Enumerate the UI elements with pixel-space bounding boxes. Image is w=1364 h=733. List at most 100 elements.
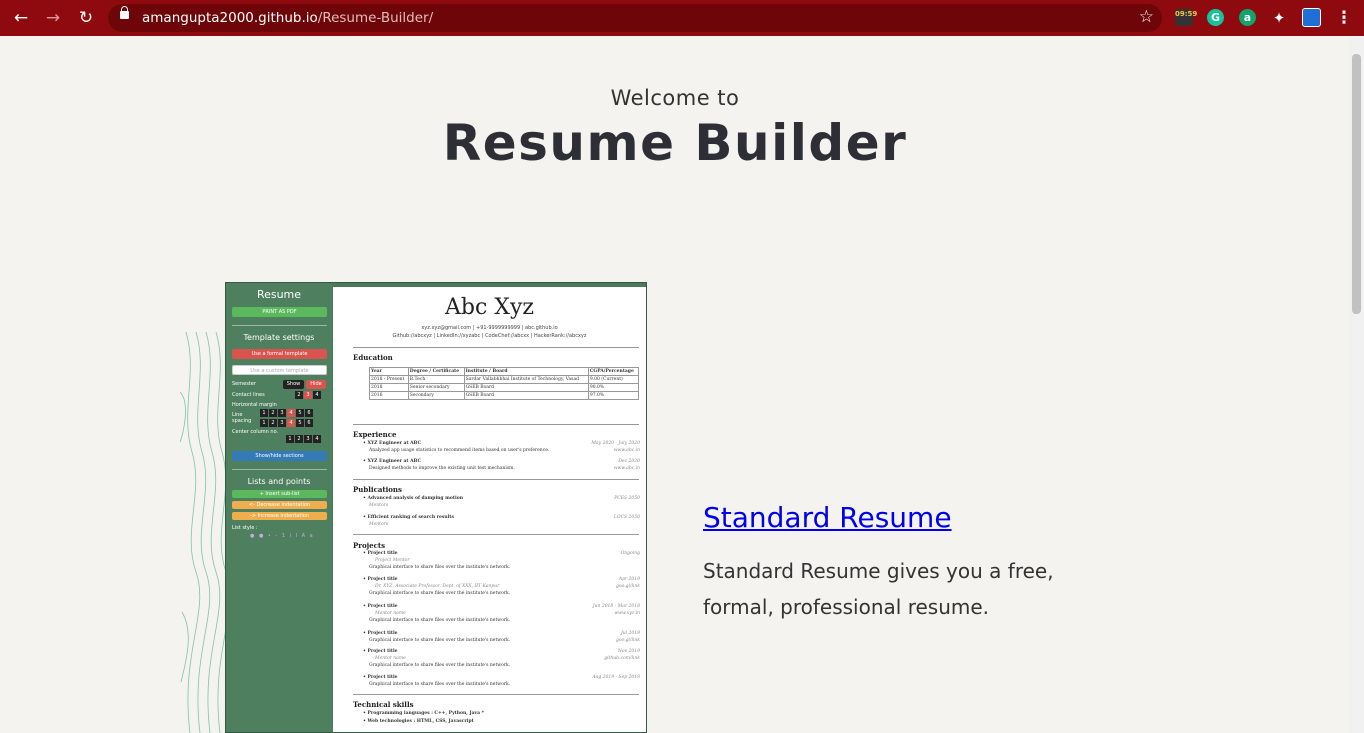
section-rule: [353, 694, 639, 695]
table-row: 2018 - Present B.Tech Sardar Vallabhbhai I…: [369, 375, 640, 384]
exp-item-date: Dec 2020: [618, 459, 640, 464]
sidebar-title: Resume: [256, 288, 302, 301]
back-icon[interactable]: ←: [10, 7, 32, 29]
section-projects: Projects: [353, 541, 386, 550]
line-spacing-label: Line spacing: [232, 412, 252, 424]
list-style-label: List style :: [232, 525, 258, 531]
project-item-date: Aug 2019 - Sep 2019: [592, 675, 640, 680]
insert-sublist-button: + Insert sub-list: [232, 490, 327, 498]
exp-item-text: Analyzed app usage statistics to recomme…: [369, 448, 550, 453]
project-item-date: Jun 2018 - Mar 2018: [592, 604, 640, 609]
address-bar[interactable]: amangupta2000.github.io/Resume-Builder/ …: [108, 4, 1162, 32]
project-item-text: Graphical interface to share files over …: [369, 591, 511, 596]
project-item-mentor: Mentor name: [375, 611, 406, 616]
section-publications: Publications: [353, 485, 402, 494]
topo-background-art: [179, 332, 228, 733]
lock-icon: [120, 6, 129, 19]
page-title: Resume Builder: [442, 114, 908, 172]
skill-item: • Web technologies : HTML, CSS, Javascri…: [363, 719, 474, 724]
exp-item-date: May 2020 - July 2020: [591, 441, 640, 446]
project-item-title: • Project title: [363, 675, 398, 680]
puzzle-extensions-icon[interactable]: ✦: [1268, 7, 1290, 29]
extension-a-icon[interactable]: a: [1239, 9, 1256, 26]
exp-item-title: • XYZ Engineer at ABC: [363, 441, 422, 446]
spacing-options: 123456: [260, 419, 313, 427]
project-item-date: Apr 2019: [618, 577, 640, 582]
semester-label: Semester: [232, 381, 256, 387]
scrollbar-thumb[interactable]: [1352, 54, 1361, 314]
education-table: Year Degree / Certificate Institute / Boar…: [369, 367, 640, 400]
pub-item-mentors: Mentors: [369, 522, 389, 527]
sidebar-divider: [232, 469, 327, 470]
center-column-label: Center column no.: [232, 429, 279, 435]
pub-item-date: LOCS 2050: [613, 515, 640, 520]
project-item-link: github.com/link: [604, 656, 640, 661]
lists-points-heading: Lists and points: [247, 477, 311, 486]
pub-item-title: • Efficient ranking of search results: [363, 515, 455, 520]
section-rule: [353, 347, 639, 348]
pub-item-mentors: Mentors: [369, 503, 389, 508]
table-row: 2016 Secondary GSEB Board 97.0%: [369, 391, 640, 400]
resume-name: Abc Xyz: [445, 295, 534, 320]
reload-icon[interactable]: ↻: [75, 7, 97, 29]
project-item-date: Nov 2019: [617, 649, 640, 654]
exp-item-url: www.abc.in: [613, 448, 640, 453]
project-item-title: • Project title: [363, 631, 398, 636]
project-item-title: • Project title: [363, 649, 398, 654]
timer-extension-icon[interactable]: 09:59: [1175, 9, 1197, 26]
decrease-indent-button: <- Decrease indentation: [232, 501, 327, 509]
project-item-link: www.xyz.in: [614, 611, 640, 616]
template-settings-heading: Template settings: [243, 333, 315, 342]
url-text[interactable]: amangupta2000.github.io/Resume-Builder/: [142, 10, 433, 26]
forward-icon[interactable]: →: [42, 7, 64, 29]
project-item-mentor: Dr. XYZ, Associate Professor, Dept. of X…: [375, 584, 500, 589]
exp-item-url: www.abc.in: [613, 466, 640, 471]
project-item-link: goo.gl/link: [616, 638, 640, 643]
margin-options: 123456: [260, 409, 313, 417]
section-rule: [353, 479, 639, 480]
welcome-heading: Welcome to: [610, 86, 740, 110]
project-item-title: • Project title: [363, 551, 398, 556]
project-item-mentor: Project Mentor: [375, 558, 410, 563]
skill-item: • Programming languages : C++, Python, J…: [363, 711, 484, 716]
list-style-options: ● ● • - 1 i I A a: [250, 533, 315, 539]
exp-item-text: Designed methods to improve the existing…: [369, 466, 515, 471]
project-item-date: Jul 2019: [620, 631, 640, 636]
hide-button: Hide: [306, 380, 326, 389]
page-scrollbar[interactable]: [1349, 36, 1364, 733]
sidebar-divider: [232, 325, 327, 326]
project-item-text: Graphical interface to share files over …: [369, 638, 511, 643]
show-button: Show: [283, 380, 304, 389]
editor-sidebar: Resume PRINT AS PDF Template settings Us…: [226, 283, 332, 732]
project-item-mentor: Mentor name: [375, 656, 406, 661]
center-column-options: 1234: [286, 435, 321, 443]
formal-template-button: Use a formal template: [232, 349, 327, 359]
pub-item-title: • Advanced analysis of damping motion: [363, 496, 463, 501]
menu-kebab-icon[interactable]: ⋮: [1333, 7, 1355, 29]
bookmark-star-icon[interactable]: ☆: [1139, 7, 1154, 27]
exp-item-title: • XYZ Engineer at ABC: [363, 459, 422, 464]
table-row: 2018 Senior secondary GSEB Board 90.0%: [369, 383, 640, 392]
project-item-title: • Project title: [363, 604, 398, 609]
resume-preview-image[interactable]: Resume PRINT AS PDF Template settings Us…: [225, 282, 647, 733]
project-item-text: Graphical interface to share files over …: [369, 682, 511, 687]
standard-resume-link[interactable]: Standard Resume: [703, 501, 952, 534]
resume-contact-line-2: Github://abcxyz | LinkedIn://xyzabc | Co…: [392, 333, 587, 339]
print-pdf-button: PRINT AS PDF: [232, 307, 327, 317]
project-item-text: Graphical interface to share files over …: [369, 663, 511, 668]
section-rule: [353, 424, 639, 425]
standard-resume-description: Standard Resume gives you a free, formal…: [703, 559, 1054, 619]
section-education: Education: [353, 353, 393, 362]
project-item-text: Graphical interface to share files over …: [369, 618, 511, 623]
profile-avatar-icon[interactable]: [1302, 8, 1321, 27]
resume-contact-line-1: xyz.xyz@gmail.com | +91-9999999999 | abc…: [421, 325, 558, 331]
increase-indent-button: -> Increase indentation: [232, 512, 327, 520]
project-item-link: goo.gl/link: [616, 584, 640, 589]
project-item-date: Ongoing: [620, 551, 640, 556]
pub-item-date: PCES 2050: [614, 496, 640, 501]
project-item-text: Graphical interface to share files over …: [369, 565, 511, 570]
horizontal-margin-label: Horizontal margin: [232, 402, 277, 408]
section-technical-skills: Technical skills: [353, 700, 414, 709]
grammarly-icon[interactable]: G: [1207, 9, 1224, 26]
project-item-title: • Project title: [363, 577, 398, 582]
